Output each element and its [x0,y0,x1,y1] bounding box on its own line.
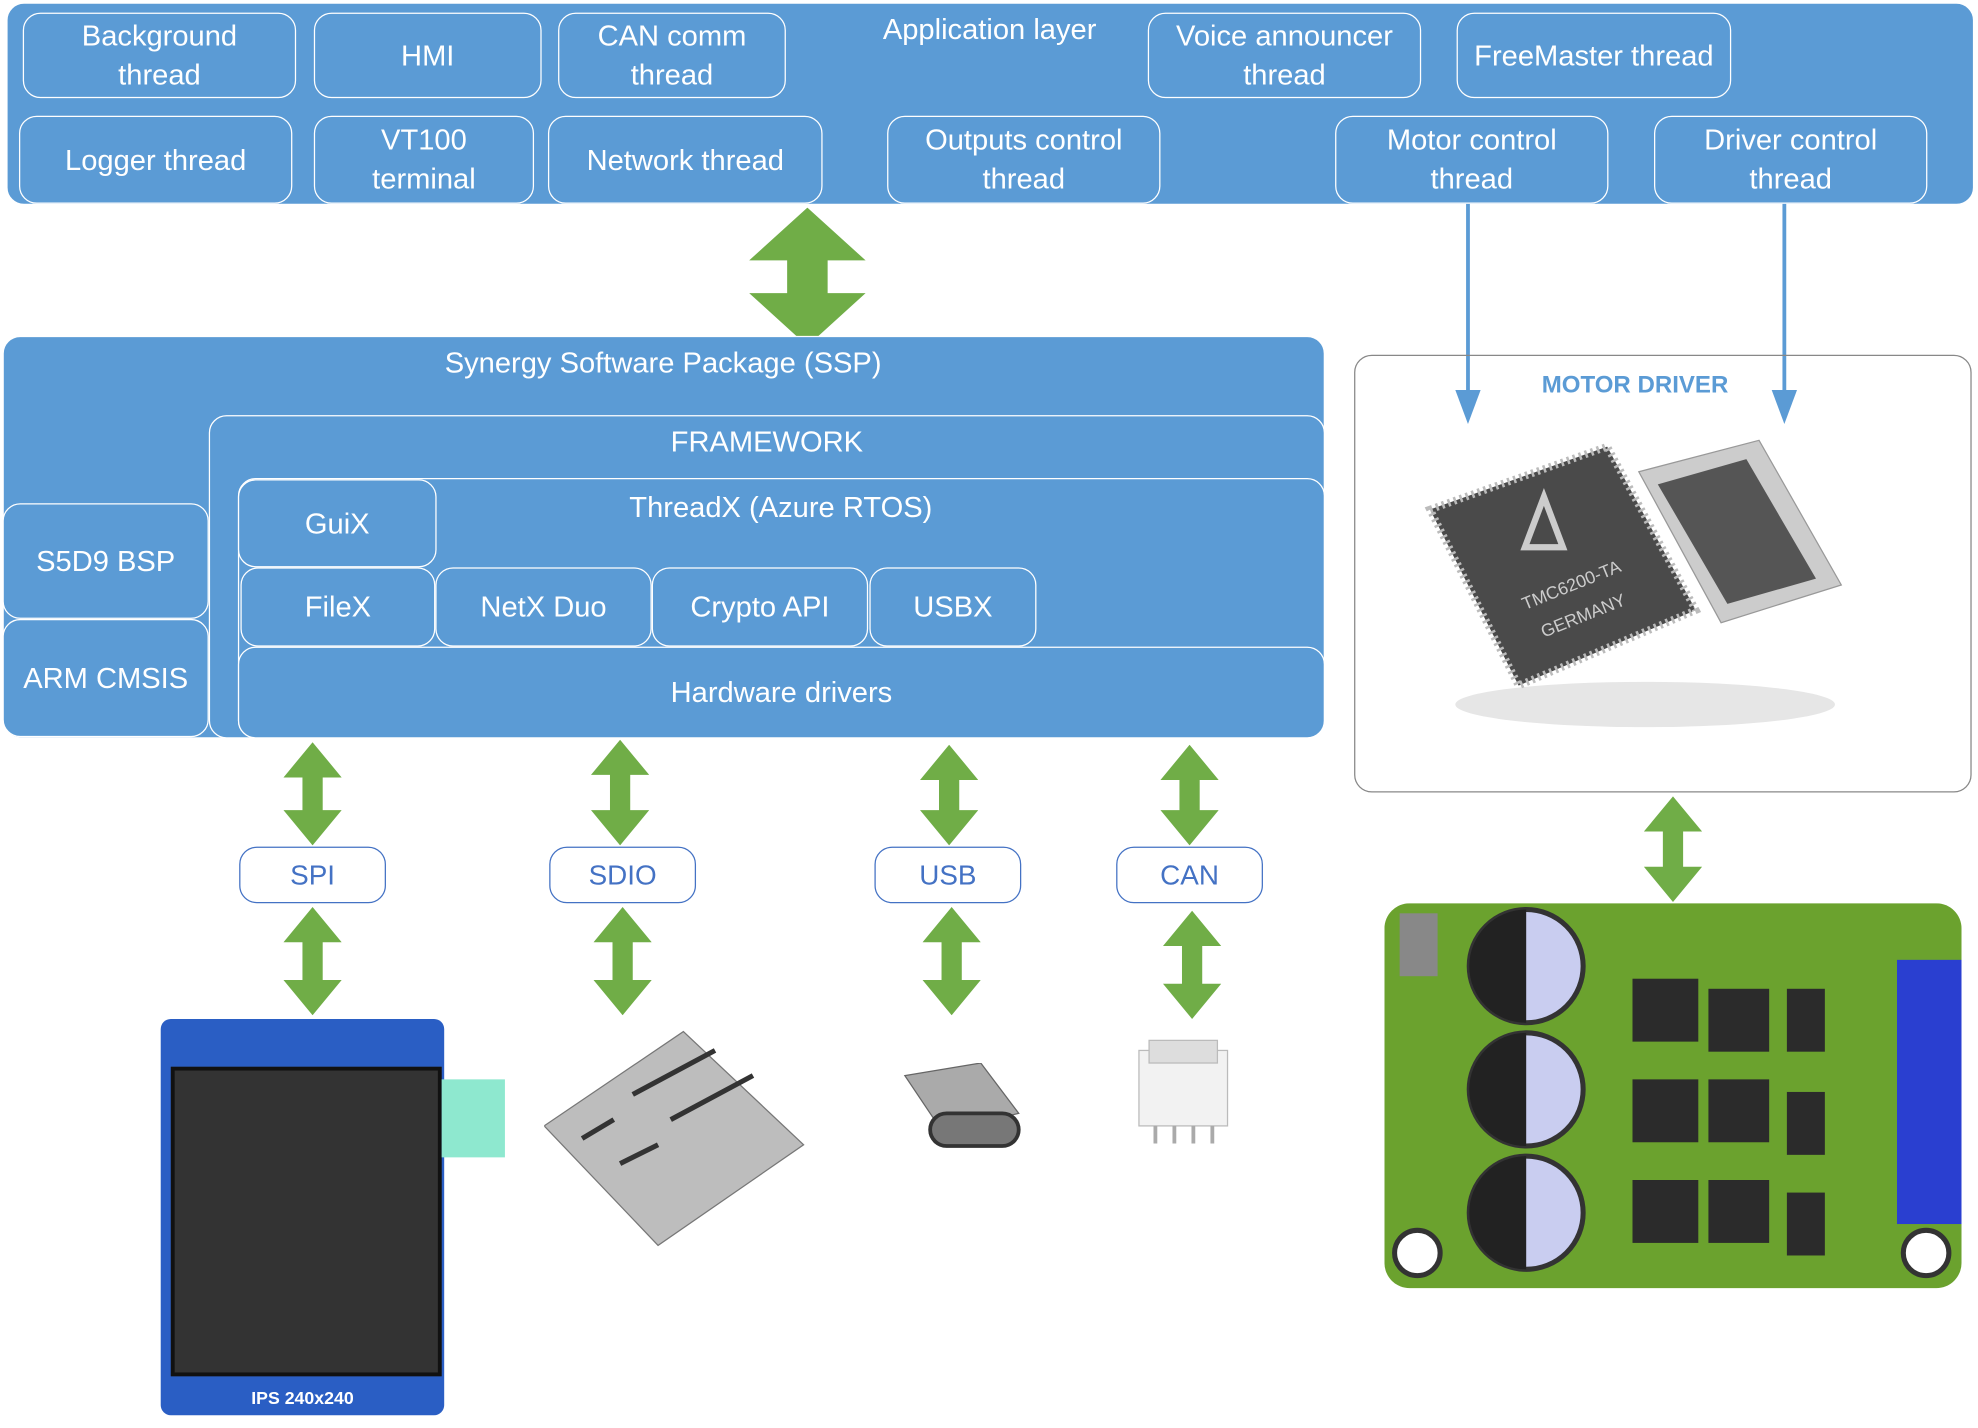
ssp-title: Synergy Software Package (SSP) [444,345,882,379]
driver-control-thread: Driver control thread [1654,115,1928,204]
double-arrow-app-ssp [749,207,866,346]
motor-driver-title: MOTOR DRIVER [1541,372,1729,399]
filex: FileX [240,567,436,647]
guix: GuiX [237,479,437,568]
double-arrow-spi-top [283,742,342,846]
double-arrow-can-top [1160,744,1219,846]
usb-pill: USB [874,846,1022,904]
can-comm-thread: CAN comm thread [558,12,786,99]
netx-duo: NetX Duo [435,567,652,647]
lcd-display-image: IPS 240x240 [160,1018,505,1416]
usb-c-connector-image [903,1063,1021,1148]
can-connector-image [1138,1039,1229,1144]
threadx-title: ThreadX (Azure RTOS) [629,490,933,524]
motor-driver-pcb-image [1384,903,1962,1289]
application-layer-title: Application layer [882,12,1097,46]
double-arrow-spi-bottom [283,907,342,1016]
double-arrow-sdio-top [590,739,650,846]
background-thread: Background thread [22,12,297,99]
motor-driver-chip-image: TMC6200-TA GERMANY [1424,439,1843,728]
motor-control-thread: Motor control thread [1335,115,1609,204]
can-pill: CAN [1116,846,1263,904]
freemaster-thread: FreeMaster thread [1456,12,1732,99]
vt100-terminal: VT100 terminal [313,115,535,204]
usbx: USBX [869,567,1037,647]
crypto-api: Crypto API [651,567,869,647]
double-arrow-driver-pcb [1643,796,1703,902]
double-arrow-usb-top [920,744,979,846]
spi-pill: SPI [239,846,386,904]
lcd-label: IPS 240x240 [251,1387,354,1408]
arm-cmsis: ARM CMSIS [2,618,209,738]
double-arrow-can-bottom [1162,910,1222,1019]
s5d9-bsp: S5D9 BSP [2,503,209,619]
network-thread: Network thread [547,115,823,204]
sdio-pill: SDIO [549,846,697,904]
double-arrow-sdio-bottom [593,907,652,1016]
logger-thread: Logger thread [18,115,293,204]
hmi: HMI [313,12,542,99]
sd-card-slot-image [544,1030,805,1247]
hardware-drivers: Hardware drivers [237,646,1325,739]
framework-title: FRAMEWORK [670,425,864,458]
outputs-control-thread: Outputs control thread [887,115,1161,204]
voice-announcer-thread: Voice announcer thread [1147,12,1422,99]
double-arrow-usb-bottom [922,907,981,1016]
